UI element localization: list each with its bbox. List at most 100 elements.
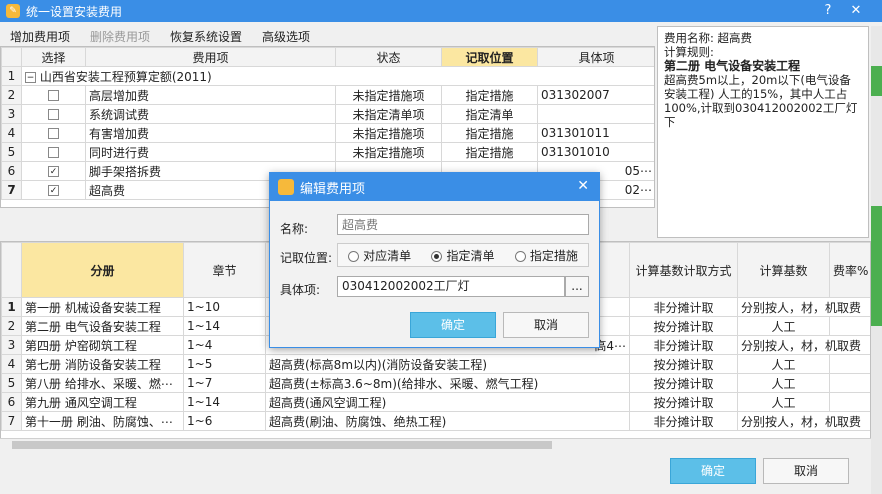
table-row[interactable]: 1 − 山西省安装工程预算定额(2011) (1, 66, 654, 86)
row-checkbox[interactable] (48, 90, 59, 101)
name-input[interactable] (337, 214, 589, 235)
collapse-icon[interactable]: − (25, 71, 36, 83)
radio-specify-measure[interactable]: 指定措施 (514, 247, 578, 264)
table-row[interactable]: 2 高层增加费 未指定措施项 指定措施 031302007 (1, 85, 654, 105)
col-book[interactable]: 分册 (21, 242, 184, 298)
desc-cell[interactable]: 超高费(标高8m以内)(消防设备安装工程) (265, 354, 630, 374)
chapter-cell[interactable]: 1~5 (183, 354, 266, 374)
browse-button[interactable]: ... (565, 276, 589, 297)
help-button[interactable]: ? (816, 0, 840, 22)
row-checkbox[interactable] (48, 147, 59, 158)
book-cell[interactable]: 第八册 给排水、采暖、燃⋯ (21, 373, 184, 393)
rate-cell[interactable] (829, 392, 870, 412)
edge-tab[interactable] (871, 66, 882, 96)
col-status[interactable]: 状态 (335, 47, 442, 67)
position-cell[interactable]: 指定清单 (441, 104, 538, 124)
desc-cell[interactable]: 超高费(±标高3.6~8m)(给排水、采暖、燃气工程) (265, 373, 630, 393)
base-cell[interactable]: 人工 (737, 316, 830, 336)
scrollbar-thumb[interactable] (12, 441, 552, 449)
base-cell[interactable]: 分别按人，材，机取费 (737, 297, 870, 317)
base-cell[interactable]: 人工 (737, 373, 830, 393)
row-number: 3 (1, 335, 22, 355)
position-cell[interactable]: 指定措施 (441, 85, 538, 105)
dialog-close-icon[interactable]: ✕ (577, 178, 589, 194)
desc-cell[interactable]: 超高费(通风空调工程) (265, 392, 630, 412)
ok-button[interactable]: 确定 (670, 458, 756, 484)
col-item[interactable]: 具体项 (537, 47, 654, 67)
table-row[interactable]: 5 第八册 给排水、采暖、燃⋯ 1~7 超高费(±标高3.6~8m)(给排水、采… (1, 373, 870, 393)
item-cell[interactable]: 031302007 (537, 85, 654, 105)
book-cell[interactable]: 第十一册 刷油、防腐蚀、⋯ (21, 411, 184, 431)
book-cell[interactable]: 第二册 电气设备安装工程 (21, 316, 184, 336)
table-row[interactable]: 7 第十一册 刷油、防腐蚀、⋯ 1~6 超高费(刷油、防腐蚀、绝热工程) 非分摊… (1, 411, 870, 431)
row-number: 5 (1, 373, 22, 393)
col-select[interactable]: 选择 (21, 47, 86, 67)
col-position[interactable]: 记取位置 (441, 47, 538, 67)
row-number: 7 (1, 180, 22, 200)
advanced-options-button[interactable]: 高级选项 (262, 28, 310, 45)
row-checkbox[interactable]: ✓ (48, 185, 59, 196)
chapter-cell[interactable]: 1~7 (183, 373, 266, 393)
table-row[interactable]: 4 有害增加费 未指定措施项 指定措施 031301011 (1, 123, 654, 143)
row-checkbox[interactable] (48, 109, 59, 120)
table-row[interactable]: 3 系统调试费 未指定清单项 指定清单 (1, 104, 654, 124)
base-cell[interactable]: 分别按人，材，机取费 (737, 411, 870, 431)
mode-cell[interactable]: 非分摊计取 (629, 411, 738, 431)
chapter-cell[interactable]: 1~10 (183, 297, 266, 317)
item-cell[interactable] (537, 104, 654, 124)
rate-cell[interactable] (829, 373, 870, 393)
book-cell[interactable]: 第四册 炉窑砌筑工程 (21, 335, 184, 355)
mode-cell[interactable]: 按分摊计取 (629, 316, 738, 336)
base-cell[interactable]: 分别按人，材，机取费 (737, 335, 870, 355)
table-row[interactable]: 4 第七册 消防设备安装工程 1~5 超高费(标高8m以内)(消防设备安装工程)… (1, 354, 870, 374)
col-base[interactable]: 计算基数 (737, 242, 830, 298)
mode-cell[interactable]: 非分摊计取 (629, 335, 738, 355)
select-cell (21, 104, 86, 124)
restore-settings-button[interactable]: 恢复系统设置 (170, 28, 242, 45)
mode-cell[interactable]: 按分摊计取 (629, 354, 738, 374)
mode-cell[interactable]: 按分摊计取 (629, 373, 738, 393)
close-icon[interactable]: ✕ (844, 0, 868, 22)
position-cell[interactable]: 指定措施 (441, 123, 538, 143)
chapter-cell[interactable]: 1~6 (183, 411, 266, 431)
desc-cell[interactable]: 超高费(刷油、防腐蚀、绝热工程) (265, 411, 630, 431)
book-cell[interactable]: 第九册 通风空调工程 (21, 392, 184, 412)
item-cell[interactable]: 031301010 (537, 142, 654, 162)
rate-cell[interactable] (829, 354, 870, 374)
dialog-cancel-button[interactable]: 取消 (503, 312, 589, 338)
table-row[interactable]: 5 同时进行费 未指定措施项 指定措施 031301010 (1, 142, 654, 162)
dialog-ok-button[interactable]: 确定 (410, 312, 496, 338)
row-checkbox[interactable] (48, 128, 59, 139)
item-input[interactable]: 030412002002工厂灯 (337, 276, 565, 297)
add-fee-button[interactable]: 增加费用项 (10, 28, 70, 45)
radio-specify-list[interactable]: 指定清单 (431, 247, 495, 264)
fee-name: 高层增加费 (85, 85, 336, 105)
col-chapter[interactable]: 章节 (183, 242, 266, 298)
chapter-cell[interactable]: 1~14 (183, 392, 266, 412)
item-cell[interactable]: 031301011 (537, 123, 654, 143)
col-fee-item[interactable]: 费用项 (85, 47, 336, 67)
group-row[interactable]: − 山西省安装工程预算定额(2011) (21, 66, 654, 86)
row-number: 4 (1, 354, 22, 374)
col-base-mode[interactable]: 计算基数计取方式 (629, 242, 738, 298)
chapter-cell[interactable]: 1~4 (183, 335, 266, 355)
book-cell[interactable]: 第七册 消防设备安装工程 (21, 354, 184, 374)
col-rate[interactable]: 费率% (829, 242, 870, 298)
table-header: 选择 费用项 状态 记取位置 具体项 (1, 47, 654, 67)
mode-cell[interactable]: 按分摊计取 (629, 392, 738, 412)
rate-cell[interactable] (829, 316, 870, 336)
horizontal-scrollbar[interactable] (0, 438, 871, 450)
position-cell[interactable]: 指定措施 (441, 142, 538, 162)
book-cell[interactable]: 第一册 机械设备安装工程 (21, 297, 184, 317)
base-cell[interactable]: 人工 (737, 354, 830, 374)
select-cell: ✓ (21, 161, 86, 181)
radio-match-list[interactable]: 对应清单 (348, 247, 411, 264)
row-checkbox[interactable]: ✓ (48, 166, 59, 177)
mode-cell[interactable]: 非分摊计取 (629, 297, 738, 317)
cancel-button[interactable]: 取消 (763, 458, 849, 484)
chapter-cell[interactable]: 1~14 (183, 316, 266, 336)
edge-tab[interactable] (871, 206, 882, 326)
base-cell[interactable]: 人工 (737, 392, 830, 412)
table-row[interactable]: 6 第九册 通风空调工程 1~14 超高费(通风空调工程) 按分摊计取 人工 (1, 392, 870, 412)
row-number: 1 (1, 66, 22, 86)
